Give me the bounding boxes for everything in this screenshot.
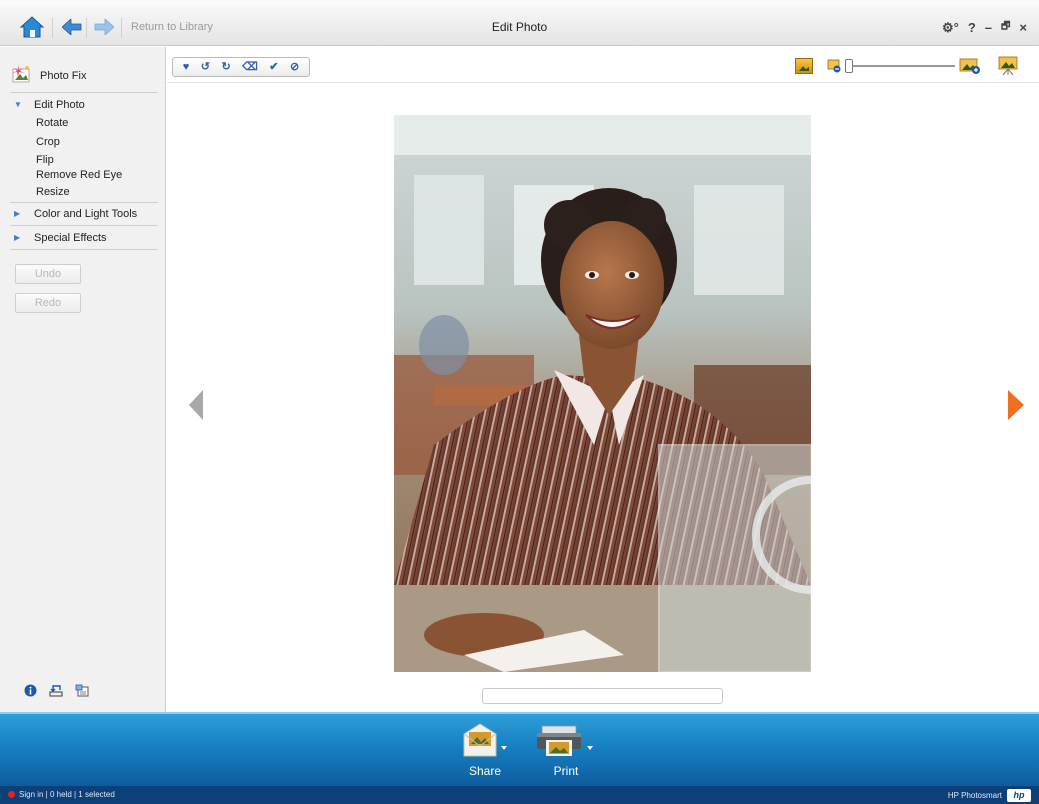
section-label: Edit Photo [34,99,85,111]
collapsed-triangle-icon: ▶ [14,233,21,242]
print-label: Print [553,764,579,778]
section-special-effects[interactable]: ▶ Special Effects [14,232,107,244]
signed-out-status-icon [8,791,15,798]
divider [10,249,158,250]
menu-item-flip[interactable]: Flip [36,154,54,166]
share-envelope-icon [463,723,507,757]
status-left: Sign in | 0 held | 1 selected [8,790,115,799]
section-color-light-tools[interactable]: ▶ Color and Light Tools [14,208,137,220]
photo-preview [394,115,811,672]
zoom-slider[interactable] [845,59,955,73]
action-bar: Share Print [0,712,1039,786]
photo-fix-panel: Photo Fix ▼ Edit Photo Rotate Crop Flip … [0,47,166,712]
window-title: Edit Photo [491,20,548,34]
share-label: Share [468,764,502,778]
redo-button[interactable]: Redo [15,293,81,313]
undo-button[interactable]: Undo [15,264,81,284]
zoom-in-icon[interactable] [959,58,981,74]
product-name: HP Photosmart [947,791,1002,800]
divider [10,92,158,93]
divider [10,225,158,226]
cancel-icon[interactable]: ⊘ [290,61,299,73]
menu-item-resize[interactable]: Resize [36,186,70,198]
rotate-left-icon[interactable]: ↺ [201,61,210,73]
share-button[interactable]: Share [462,722,508,778]
menu-item-remove-red-eye[interactable]: Remove Red Eye [36,169,122,181]
menu-item-crop[interactable]: Crop [36,136,60,148]
help-icon[interactable]: ? [968,20,976,35]
panel-bottom-icons [24,683,89,700]
restore-icon[interactable]: 🗗 [1001,19,1010,36]
slideshow-icon[interactable] [997,56,1019,76]
section-edit-photo[interactable]: ▼ Edit Photo [14,99,85,111]
status-right: HP Photosmart hp [948,789,1031,802]
photo-fix-icon [12,65,32,86]
undo-history-icon[interactable] [49,684,63,700]
zoom-out-icon[interactable] [827,59,841,73]
panel-title: Photo Fix [40,69,87,82]
title-bar: Return to Library Edit Photo ⚙° ? – 🗗 × [0,0,1039,46]
checkmark-icon[interactable]: ✔ [269,61,278,73]
status-bar: Sign in | 0 held | 1 selected HP Photosm… [0,786,1039,804]
menu-item-rotate[interactable]: Rotate [36,117,68,129]
status-text[interactable]: Sign in | 0 held | 1 selected [19,790,115,799]
single-photo-view-icon[interactable] [795,58,813,74]
next-photo-arrow-icon[interactable] [1008,390,1024,420]
info-icon[interactable] [24,684,37,700]
caption-input[interactable] [482,688,723,704]
previous-photo-arrow-icon[interactable] [189,390,203,420]
print-button[interactable]: Print [536,722,596,778]
window-controls: ⚙° ? – 🗗 × [942,19,1027,36]
edit-tools-group: ♥ ↺ ↻ ⌫ ✔ ⊘ [172,57,310,77]
photo-toolbar: ♥ ↺ ↻ ⌫ ✔ ⊘ [167,47,1039,83]
tag-icon[interactable]: ⌫ [242,61,258,73]
heart-icon[interactable]: ♥ [183,61,190,73]
section-label: Special Effects [34,232,107,244]
close-icon[interactable]: × [1019,20,1027,35]
expanded-triangle-icon: ▼ [14,100,22,109]
hp-logo: hp [1007,789,1031,802]
zoom-slider-thumb[interactable] [845,59,853,73]
rotate-right-icon[interactable]: ↻ [222,61,231,73]
printer-icon [537,725,593,756]
export-icon[interactable] [75,683,89,700]
settings-icon[interactable]: ⚙° [942,20,959,36]
section-label: Color and Light Tools [34,208,138,220]
minimize-icon[interactable]: – [985,20,992,35]
view-tools-group [795,56,1019,76]
divider [10,202,158,203]
photo-fix-header: Photo Fix [12,65,86,86]
collapsed-triangle-icon: ▶ [14,209,21,218]
